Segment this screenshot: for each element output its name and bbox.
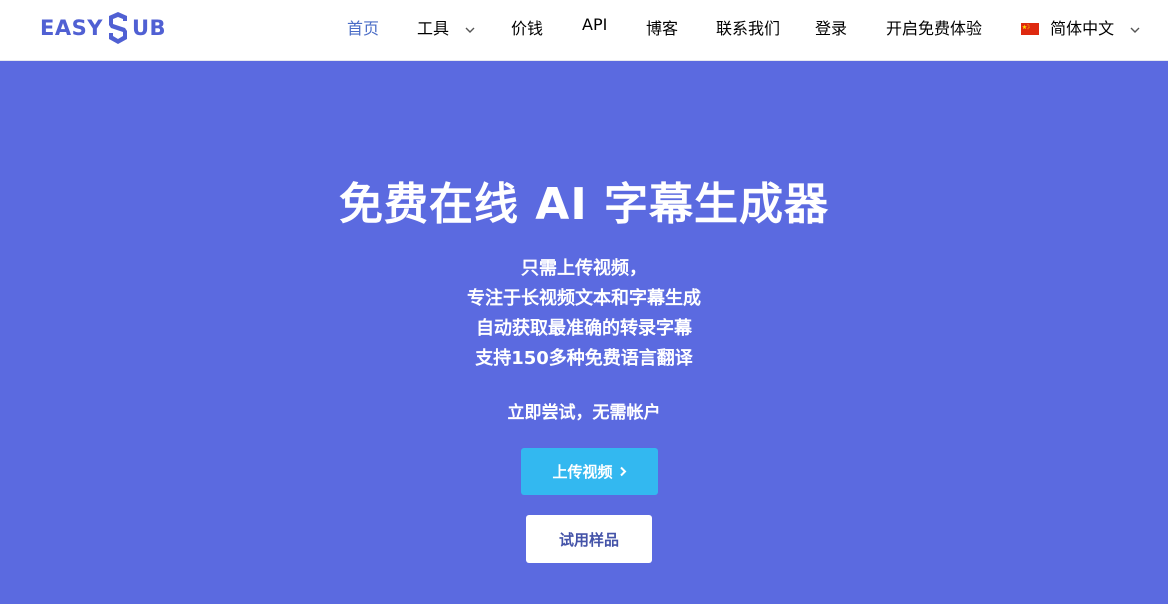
top-navbar: EASY UB 首页 工具 价钱 API 博客 联系我们 登录 开启免费体验 简… — [0, 0, 1168, 61]
chevron-right-icon — [619, 466, 626, 477]
hero-title: 免费在线 AI 字幕生成器 — [338, 179, 830, 230]
nav-api[interactable]: API — [582, 15, 607, 34]
nav-home[interactable]: 首页 — [347, 15, 379, 39]
hero-line: 自动获取最准确的转录字幕 — [476, 318, 692, 339]
chevron-down-icon — [1130, 27, 1140, 33]
hero-line: 支持150多种免费语言翻译 — [475, 348, 693, 369]
logo-text-right: UB — [131, 16, 166, 40]
try-sample-label: 试用样品 — [558, 530, 619, 549]
logo-text-left: EASY — [40, 16, 103, 40]
nav-blog[interactable]: 博客 — [646, 15, 678, 39]
nav-tools[interactable]: 工具 — [417, 15, 476, 39]
try-sample-button[interactable]: 试用样品 — [526, 515, 652, 563]
upload-video-label: 上传视频 — [552, 463, 613, 481]
nav-login[interactable]: 登录 — [815, 15, 847, 39]
hero-line: 只需上传视频， — [521, 258, 647, 279]
logo-s-shield-icon — [108, 12, 127, 44]
easysub-logo[interactable]: EASY UB — [40, 8, 166, 48]
nav-tools-label: 工具 — [417, 19, 450, 38]
hero-feature-lines: 只需上传视频， 专注于长视频文本和字幕生成 自动获取最准确的转录字幕 支持150… — [0, 254, 1168, 374]
nav-contact[interactable]: 联系我们 — [716, 15, 780, 39]
nav-pricing[interactable]: 价钱 — [511, 15, 543, 39]
upload-video-button[interactable]: 上传视频 — [521, 448, 658, 495]
nav-free-trial[interactable]: 开启免费体验 — [886, 15, 982, 39]
china-flag-icon — [1021, 23, 1039, 35]
no-account-note: 立即尝试，无需帐户 — [507, 403, 661, 423]
hero-line: 专注于长视频文本和字幕生成 — [467, 288, 701, 309]
language-selector[interactable]: 简体中文 — [1021, 15, 1141, 39]
chevron-down-icon — [465, 27, 475, 33]
language-label: 简体中文 — [1050, 19, 1115, 38]
hero-section: 免费在线 AI 字幕生成器 只需上传视频， 专注于长视频文本和字幕生成 自动获取… — [0, 61, 1168, 604]
